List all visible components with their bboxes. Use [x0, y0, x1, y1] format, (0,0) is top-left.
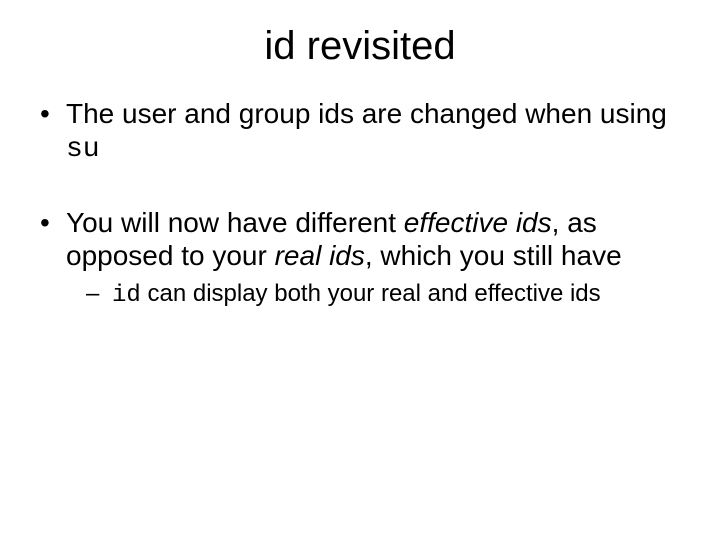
slide-title: id revisited: [36, 24, 684, 69]
bullet-list: The user and group ids are changed when …: [36, 97, 684, 311]
bullet-item-1: The user and group ids are changed when …: [36, 97, 684, 166]
bullet-2-italic-2: real ids: [275, 240, 365, 271]
bullet-2-text-1: You will now have different: [66, 207, 404, 238]
bullet-item-2: You will now have different effective id…: [36, 206, 684, 311]
bullet-2-italic-1: effective ids: [404, 207, 552, 238]
sub-bullet-item-1: id can display both your real and effect…: [66, 280, 684, 311]
sub-bullet-list: id can display both your real and effect…: [66, 280, 684, 311]
bullet-1-code: su: [66, 134, 100, 165]
bullet-1-text: The user and group ids are changed when …: [66, 98, 667, 129]
sub-bullet-code: id: [112, 282, 141, 309]
slide: id revisited The user and group ids are …: [0, 0, 720, 540]
sub-bullet-text: can display both your real and effective…: [141, 280, 601, 307]
bullet-2-text-3: , which you still have: [365, 240, 622, 271]
